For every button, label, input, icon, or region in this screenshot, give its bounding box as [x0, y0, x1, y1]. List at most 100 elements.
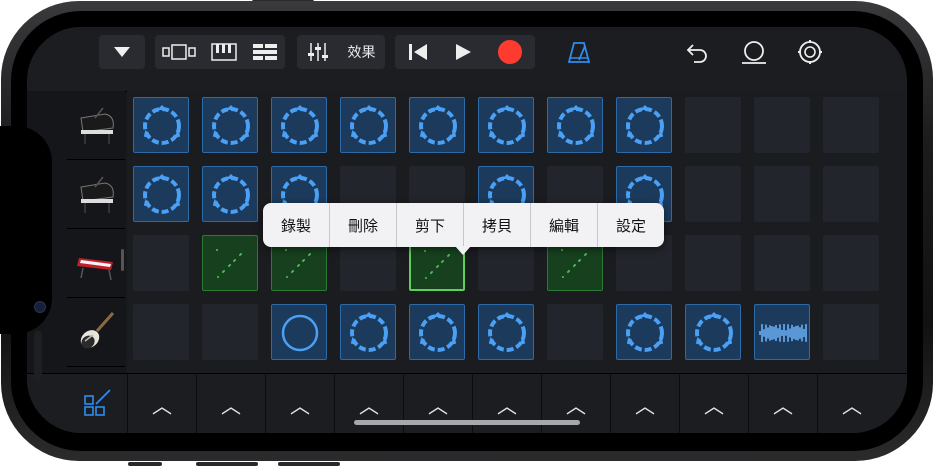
grid-edit-icon[interactable]: [83, 388, 113, 422]
loop-cell[interactable]: [271, 304, 327, 360]
transport-group: [395, 35, 535, 69]
loop-cell[interactable]: [133, 235, 189, 291]
mixer-effects-group: 效果: [297, 35, 385, 69]
loop-cell[interactable]: [409, 304, 465, 360]
loop-cell[interactable]: [133, 97, 189, 153]
keyboard-icon[interactable]: [211, 35, 237, 69]
loop-cell[interactable]: [685, 235, 741, 291]
track-header-synth[interactable]: [67, 229, 125, 298]
rewind-icon[interactable]: [407, 35, 429, 69]
waveform-icon: [759, 324, 807, 342]
mixer-icon[interactable]: [307, 35, 329, 69]
menu-item-edit[interactable]: 編輯: [531, 203, 598, 247]
home-indicator: [354, 420, 580, 425]
chevron-up-icon: ︿: [290, 393, 310, 418]
chevron-up-icon: ︿: [221, 393, 241, 418]
settings-icon[interactable]: [793, 35, 827, 69]
loop-cell[interactable]: [616, 304, 672, 360]
loop-cell[interactable]: [616, 97, 672, 153]
view-group: [155, 35, 285, 69]
chevron-up-icon: ︿: [428, 393, 448, 418]
loop-cell[interactable]: [754, 166, 810, 222]
loop-ring-icon: [212, 105, 250, 145]
loop-cell[interactable]: [823, 166, 879, 222]
loop-ring-icon: [350, 105, 388, 145]
column-trigger-button[interactable]: ︿: [817, 374, 886, 433]
column-trigger-button[interactable]: ︿: [748, 374, 817, 433]
track-header-piano-1[interactable]: [67, 91, 125, 160]
undo-icon[interactable]: [682, 35, 712, 69]
loop-cell[interactable]: [754, 304, 810, 360]
menu-item-cut[interactable]: 剪下: [397, 203, 464, 247]
loop-cell[interactable]: [685, 166, 741, 222]
loop-cell[interactable]: [685, 97, 741, 153]
sensor-housing: [0, 126, 52, 381]
loop-cell[interactable]: [271, 97, 327, 153]
loop-ring-icon: [281, 314, 319, 352]
loop-cell[interactable]: [823, 235, 879, 291]
chevron-up-icon: ︿: [152, 393, 172, 418]
browser-dropdown-icon: [113, 35, 131, 69]
chevron-up-icon: ︿: [497, 393, 517, 418]
loop-cell[interactable]: [202, 235, 258, 291]
grand-piano-icon: [80, 176, 114, 213]
track-header-guitar[interactable]: [67, 298, 125, 367]
loop-ring-icon: [143, 105, 181, 145]
grid-view-icon[interactable]: [252, 35, 278, 69]
loop-ring-icon: [350, 312, 388, 352]
context-menu-pointer: [455, 246, 471, 255]
loop-ring-icon: [488, 105, 526, 145]
loop-ring-icon: [143, 174, 181, 214]
electric-guitar-icon: [80, 312, 115, 349]
loop-cell[interactable]: [685, 304, 741, 360]
column-trigger-button[interactable]: ︿: [127, 374, 196, 433]
column-trigger-button[interactable]: ︿: [196, 374, 265, 433]
drum-pattern-icon: [216, 249, 242, 278]
loop-cell[interactable]: [133, 166, 189, 222]
chevron-up-icon: ︿: [773, 393, 793, 418]
loop-cell[interactable]: [340, 97, 396, 153]
loop-cell[interactable]: [409, 97, 465, 153]
volume-button-3: [278, 462, 340, 466]
app-screen: 效果 錄製 刪除 剪下 拷貝 編輯 設定 ︿ ︿ ︿ ︿ ︿ ︿ ︿ ︿ ︿ ︿…: [27, 27, 907, 433]
loop-ring-icon: [626, 105, 664, 145]
toolbar: 效果: [27, 27, 907, 92]
column-trigger-button[interactable]: ︿: [679, 374, 748, 433]
front-camera: [34, 301, 46, 313]
column-trigger-button[interactable]: ︿: [610, 374, 679, 433]
loop-ring-icon: [419, 105, 457, 145]
loop-cell[interactable]: [340, 304, 396, 360]
column-trigger-button[interactable]: ︿: [265, 374, 334, 433]
chevron-up-icon: ︿: [704, 393, 724, 418]
tracks-view-icon[interactable]: [162, 35, 197, 69]
volume-button-1: [128, 462, 162, 466]
loop-cell[interactable]: [547, 304, 603, 360]
loop-cell[interactable]: [754, 235, 810, 291]
play-icon[interactable]: [453, 35, 473, 69]
loop-icon[interactable]: [737, 35, 771, 69]
synth-keyboard-icon: [77, 258, 113, 281]
menu-item-copy[interactable]: 拷貝: [464, 203, 531, 247]
effects-button[interactable]: 效果: [348, 42, 376, 62]
metronome-icon[interactable]: [564, 35, 594, 69]
loop-cell[interactable]: [823, 304, 879, 360]
loop-ring-icon: [212, 174, 250, 214]
loop-cell[interactable]: [478, 97, 534, 153]
chevron-up-icon: ︿: [359, 393, 379, 418]
track-resize-handle[interactable]: [121, 249, 124, 271]
loop-cell[interactable]: [478, 304, 534, 360]
loop-cell[interactable]: [202, 97, 258, 153]
volume-button-2: [196, 462, 258, 466]
loop-cell[interactable]: [754, 97, 810, 153]
browser-dropdown-button[interactable]: [99, 35, 145, 69]
loop-cell[interactable]: [202, 166, 258, 222]
record-icon[interactable]: [497, 35, 523, 69]
menu-item-delete[interactable]: 刪除: [330, 203, 397, 247]
track-header-piano-2[interactable]: [67, 160, 125, 229]
menu-item-record[interactable]: 錄製: [263, 203, 330, 247]
loop-cell[interactable]: [202, 304, 258, 360]
menu-item-settings[interactable]: 設定: [598, 203, 664, 247]
loop-cell[interactable]: [547, 97, 603, 153]
loop-cell[interactable]: [133, 304, 189, 360]
loop-cell[interactable]: [823, 97, 879, 153]
